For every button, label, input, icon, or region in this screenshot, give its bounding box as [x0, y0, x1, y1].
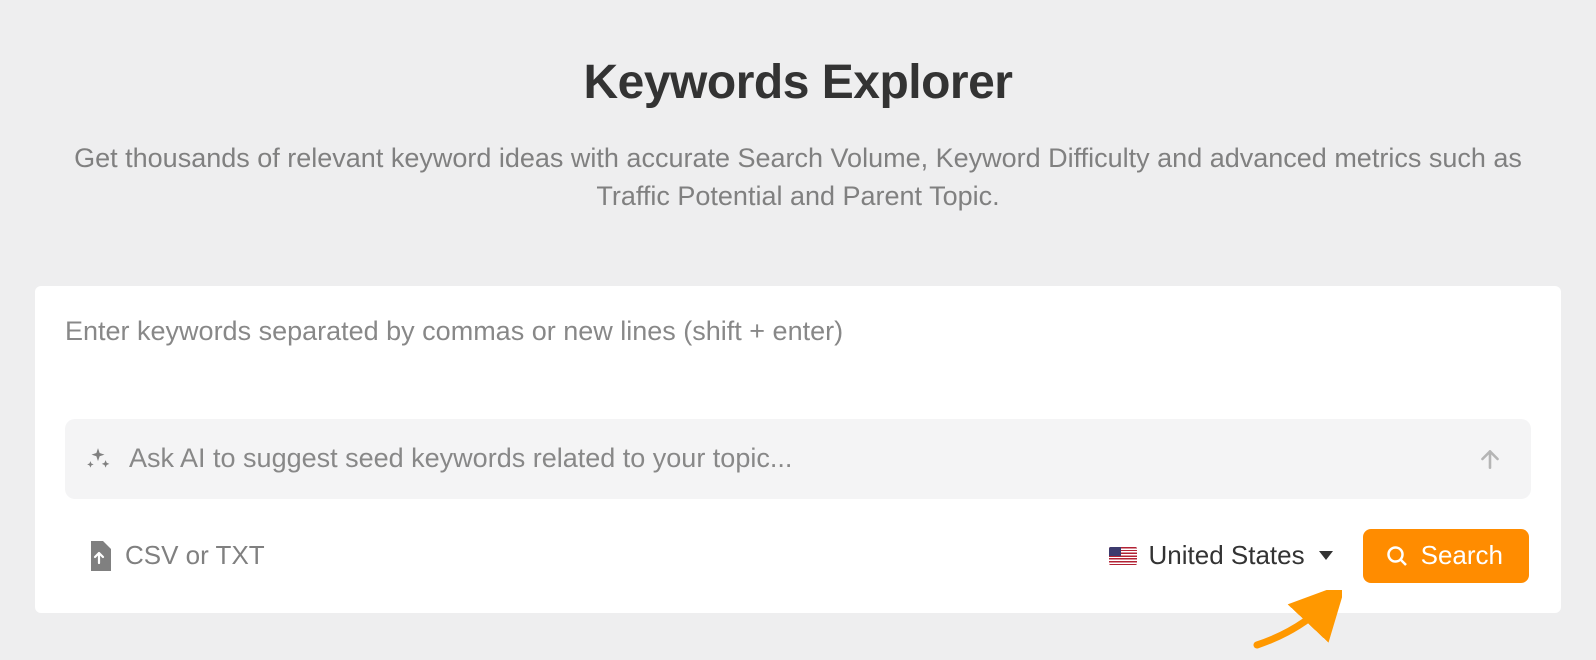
upload-label: CSV or TXT [125, 540, 265, 571]
ai-suggest-input[interactable] [129, 443, 1477, 474]
search-button[interactable]: Search [1363, 529, 1529, 583]
page-container: Keywords Explorer Get thousands of relev… [0, 0, 1596, 613]
page-header: Keywords Explorer Get thousands of relev… [0, 55, 1596, 216]
country-selector[interactable]: United States [1109, 540, 1333, 571]
search-button-label: Search [1421, 540, 1503, 571]
ai-suggest-row [65, 419, 1531, 499]
flag-us-icon [1109, 547, 1137, 565]
card-bottom-row: CSV or TXT United States Search [65, 529, 1531, 583]
chevron-down-icon [1319, 551, 1333, 560]
arrow-up-icon[interactable] [1477, 446, 1503, 472]
search-icon [1385, 544, 1409, 568]
upload-file-button[interactable]: CSV or TXT [87, 540, 265, 571]
file-upload-icon [87, 541, 111, 571]
sparkle-icon [85, 446, 111, 472]
search-card: CSV or TXT United States Search [35, 286, 1561, 613]
page-title: Keywords Explorer [0, 55, 1596, 110]
country-label: United States [1149, 540, 1305, 571]
page-subtitle: Get thousands of relevant keyword ideas … [68, 140, 1528, 216]
keywords-input[interactable] [65, 316, 1531, 406]
